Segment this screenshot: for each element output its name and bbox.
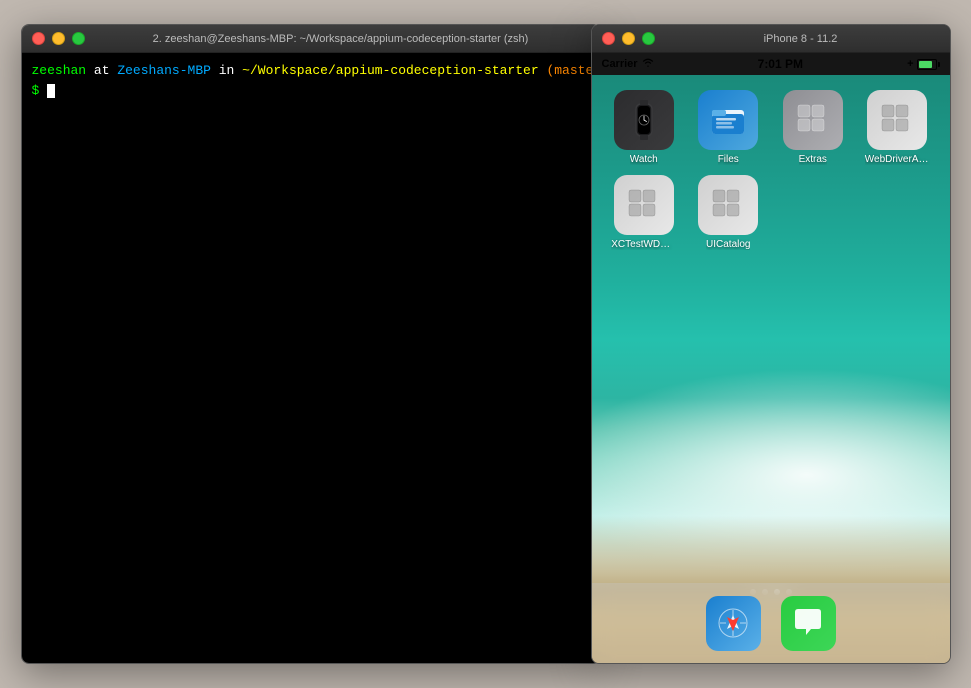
main-container: 2. zeeshan@Zeeshans-MBP: ~/Workspace/app… <box>11 14 961 674</box>
xctestwdui-app-icon <box>614 175 674 235</box>
app-icon-watch[interactable]: Watch <box>607 90 682 165</box>
ios-status-left: Carrier <box>602 58 654 70</box>
term-at: at <box>86 63 117 78</box>
wifi-icon <box>642 58 654 70</box>
terminal-window: 2. zeeshan@Zeeshans-MBP: ~/Workspace/app… <box>21 24 601 664</box>
xctestwdui-app-label: XCTestWDUI... <box>611 239 676 250</box>
app-icon-webdriveragent[interactable]: WebDriverAg... <box>860 90 935 165</box>
terminal-command-line: $ <box>32 81 590 101</box>
term-dollar: $ <box>32 83 48 98</box>
app-icon-uicatalog[interactable]: UICatalog <box>691 175 766 250</box>
maximize-button[interactable] <box>72 32 85 45</box>
messages-app-icon <box>781 596 836 651</box>
simulator-window: iPhone 8 - 11.2 Carrier 7:01 PM <box>591 24 951 664</box>
terminal-body[interactable]: zeeshan at Zeeshans-MBP in ~/Workspace/a… <box>22 53 600 663</box>
webdriveragent-app-label: WebDriverAg... <box>865 154 930 165</box>
files-app-icon <box>698 90 758 150</box>
files-app-label: Files <box>718 154 739 165</box>
app-icon-files[interactable]: Files <box>691 90 766 165</box>
extras-app-label: Extras <box>799 154 827 165</box>
ios-wallpaper: Watch <box>592 75 950 663</box>
ios-dock <box>592 583 950 663</box>
carrier-text: Carrier <box>602 58 638 70</box>
term-path: ~/Workspace/appium-codeception-starter <box>242 63 538 78</box>
app-icon-xctestwdui[interactable]: XCTestWDUI... <box>607 175 682 250</box>
minimize-button[interactable] <box>52 32 65 45</box>
battery-plus: + <box>907 58 913 70</box>
webdriveragent-app-icon <box>867 90 927 150</box>
term-cursor <box>47 84 55 98</box>
sim-close-button[interactable] <box>602 32 615 45</box>
terminal-title: 2. zeeshan@Zeeshans-MBP: ~/Workspace/app… <box>92 33 590 45</box>
app-icon-safari[interactable] <box>706 596 761 651</box>
terminal-titlebar: 2. zeeshan@Zeeshans-MBP: ~/Workspace/app… <box>22 25 600 53</box>
safari-app-icon <box>706 596 761 651</box>
app-icon-messages[interactable] <box>781 596 836 651</box>
ios-time: 7:01 PM <box>654 57 907 71</box>
battery-icon <box>917 59 940 70</box>
ios-status-right: + <box>907 58 939 70</box>
app-icon-extras[interactable]: Extras <box>776 90 851 165</box>
close-button[interactable] <box>32 32 45 45</box>
uicatalog-app-icon <box>698 175 758 235</box>
terminal-prompt-line: zeeshan at Zeeshans-MBP in ~/Workspace/a… <box>32 61 590 81</box>
ios-status-bar: Carrier 7:01 PM + <box>592 53 950 75</box>
ios-screen: Carrier 7:01 PM + <box>592 53 950 663</box>
battery-tip <box>938 62 940 67</box>
sim-maximize-button[interactable] <box>642 32 655 45</box>
app-grid: Watch <box>602 85 940 255</box>
watch-app-icon <box>614 90 674 150</box>
watch-app-label: Watch <box>630 154 658 165</box>
uicatalog-app-label: UICatalog <box>706 239 750 250</box>
battery-fill <box>919 61 933 68</box>
term-host: Zeeshans-MBP <box>117 63 211 78</box>
term-in: in <box>211 63 242 78</box>
term-user: zeeshan <box>32 63 87 78</box>
extras-app-icon <box>783 90 843 150</box>
simulator-titlebar: iPhone 8 - 11.2 <box>592 25 950 53</box>
sim-minimize-button[interactable] <box>622 32 635 45</box>
battery-body <box>917 59 937 70</box>
simulator-title: iPhone 8 - 11.2 <box>662 33 940 45</box>
